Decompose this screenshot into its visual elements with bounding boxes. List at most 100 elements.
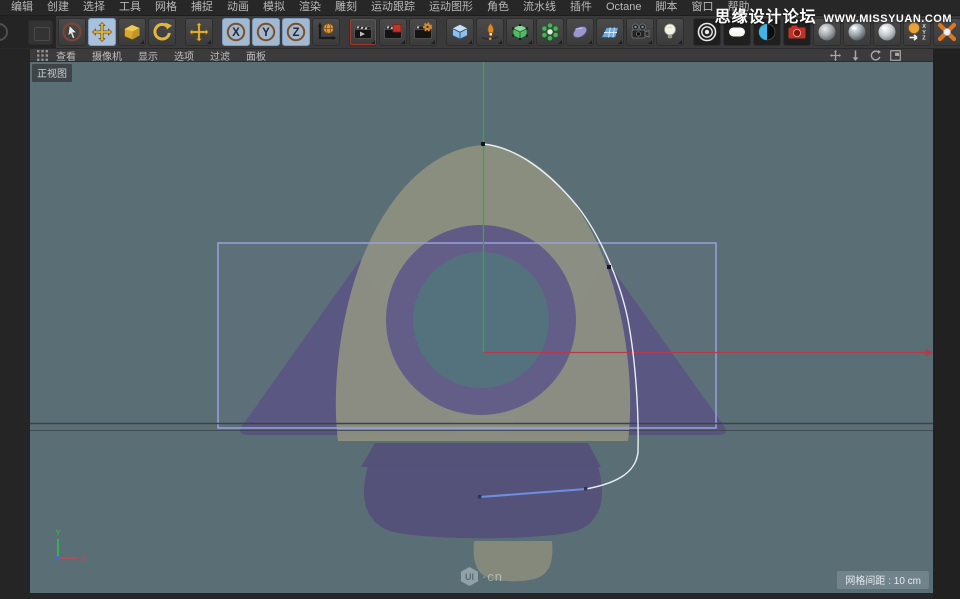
light-object-button[interactable] [656,18,684,46]
render-view-button[interactable] [349,18,377,46]
content-area: 查看 摄像机 显示 选项 过滤 面板 [0,49,960,599]
live-selection-icon [61,21,83,43]
menu-create[interactable]: 创建 [40,0,76,15]
svg-text:X: X [232,27,240,39]
last-tool-move-icon [188,21,210,43]
octane-diffuse-material-button[interactable] [813,18,841,46]
render-settings-button[interactable] [409,18,437,46]
gizmo-x-label: X [81,555,87,564]
viewport-front-view[interactable]: Y X 正视图 UI ·cn 网格间距 : 10 cm [30,62,933,593]
vmenu-filter[interactable]: 过滤 [202,48,238,63]
vmenu-display[interactable]: 显示 [130,48,166,63]
selection-rectangle[interactable] [218,243,716,428]
lock-y-axis-button[interactable]: Y [252,18,280,46]
octane-white-material-icon [726,21,748,43]
pan-view-icon[interactable] [830,50,841,61]
octane-daylight-button[interactable] [753,18,781,46]
spline-vertex-top[interactable] [481,142,485,146]
live-selection-tool-button[interactable] [58,18,86,46]
menu-snap[interactable]: 捕捉 [184,0,220,15]
octane-material-white-button[interactable] [723,18,751,46]
scale-icon [121,21,143,43]
menu-tools[interactable]: 工具 [112,0,148,15]
zoom-view-icon[interactable] [850,50,861,61]
viewport-grid-icon[interactable] [37,50,48,61]
cube-icon [449,21,471,43]
last-used-tool-button[interactable] [185,18,213,46]
move-tool-button[interactable] [88,18,116,46]
viewport-canvas[interactable]: Y X [30,62,933,593]
lock-z-axis-button[interactable]: Z [282,18,310,46]
add-primitive-cube-button[interactable] [446,18,474,46]
octane-scatter-icon [936,21,958,43]
vmenu-view[interactable]: 查看 [48,48,84,63]
spline-pen-button[interactable] [476,18,504,46]
toggle-view-icon[interactable] [890,50,901,61]
render-view-icon [352,21,374,43]
generator-button[interactable] [536,18,564,46]
menu-select[interactable]: 选择 [76,0,112,15]
rocket-engine-base[interactable] [364,466,602,538]
menu-animate[interactable]: 动画 [220,0,256,15]
menu-window[interactable]: 窗口 [684,0,720,15]
spline-vertex-bottom-right[interactable] [584,487,587,490]
floor-environment-button[interactable] [596,18,624,46]
svg-text:Z: Z [292,27,299,39]
menu-bar: 编辑 创建 选择 工具 网格 捕捉 动画 模拟 渲染 雕刻 运动跟踪 运动图形 … [0,0,960,16]
pen-icon [479,21,501,43]
spline-bean-icon [569,21,591,43]
rotate-view-icon[interactable] [870,50,881,61]
render-picture-viewer-button[interactable] [379,18,407,46]
menu-character[interactable]: 角色 [480,0,516,15]
octane-specular-material-button[interactable] [873,18,901,46]
scale-tool-button[interactable] [118,18,146,46]
glossy-material-sphere-icon [846,21,868,43]
octane-scatter-button[interactable] [933,18,960,46]
octane-transform-button[interactable]: XYZ [903,18,931,46]
menu-mograph[interactable]: 运动图形 [422,0,480,15]
spline-vertex-right[interactable] [607,265,611,269]
octane-camera-icon [786,21,808,43]
render-picture-viewer-icon [382,21,404,43]
menu-pipeline[interactable]: 流水线 [516,0,563,15]
menu-help[interactable]: 帮助 [720,0,756,15]
menu-sculpt[interactable]: 雕刻 [328,0,364,15]
right-panel-strip [933,49,960,599]
rotate-icon [151,21,173,43]
subdivision-surface-button[interactable] [506,18,534,46]
octane-camera-button[interactable] [783,18,811,46]
rocket-engine-collar[interactable] [361,443,601,467]
render-settings-icon [412,21,434,43]
coordinate-system-button[interactable] [312,18,340,46]
vmenu-cameras[interactable]: 摄像机 [84,48,130,63]
toolbar-undo-area [0,16,56,48]
menu-mesh[interactable]: 网格 [148,0,184,15]
spline-primitive-button[interactable] [566,18,594,46]
octane-xyz-transform-icon: XYZ [906,21,928,43]
menu-script[interactable]: 脚本 [648,0,684,15]
partial-tool-icon [0,23,8,41]
menu-edit[interactable]: 编辑 [4,0,40,15]
vmenu-panel[interactable]: 面板 [238,48,274,63]
diffuse-material-sphere-icon [816,21,838,43]
octane-daylight-icon [756,21,778,43]
uicn-suffix: ·cn [482,569,503,584]
menu-render[interactable]: 渲染 [292,0,328,15]
vmenu-options[interactable]: 选项 [166,48,202,63]
menu-motion-tracker[interactable]: 运动跟踪 [364,0,422,15]
rotate-tool-button[interactable] [148,18,176,46]
lock-x-axis-button[interactable]: X [222,18,250,46]
grid-spacing-status: 网格间距 : 10 cm [837,571,929,589]
spline-vertex-bottom-left[interactable] [478,495,481,498]
octane-glossy-material-button[interactable] [843,18,871,46]
menu-simulate[interactable]: 模拟 [256,0,292,15]
svg-text:Z: Z [922,36,926,42]
menu-octane[interactable]: Octane [599,0,648,15]
octane-live-viewer-button[interactable] [693,18,721,46]
x-axis-icon: X [225,21,247,43]
menu-plugins[interactable]: 插件 [563,0,599,15]
coordinate-system-icon [315,21,337,43]
camera-object-button[interactable] [626,18,654,46]
light-bulb-icon [659,21,681,43]
svg-text:Y: Y [262,27,270,39]
